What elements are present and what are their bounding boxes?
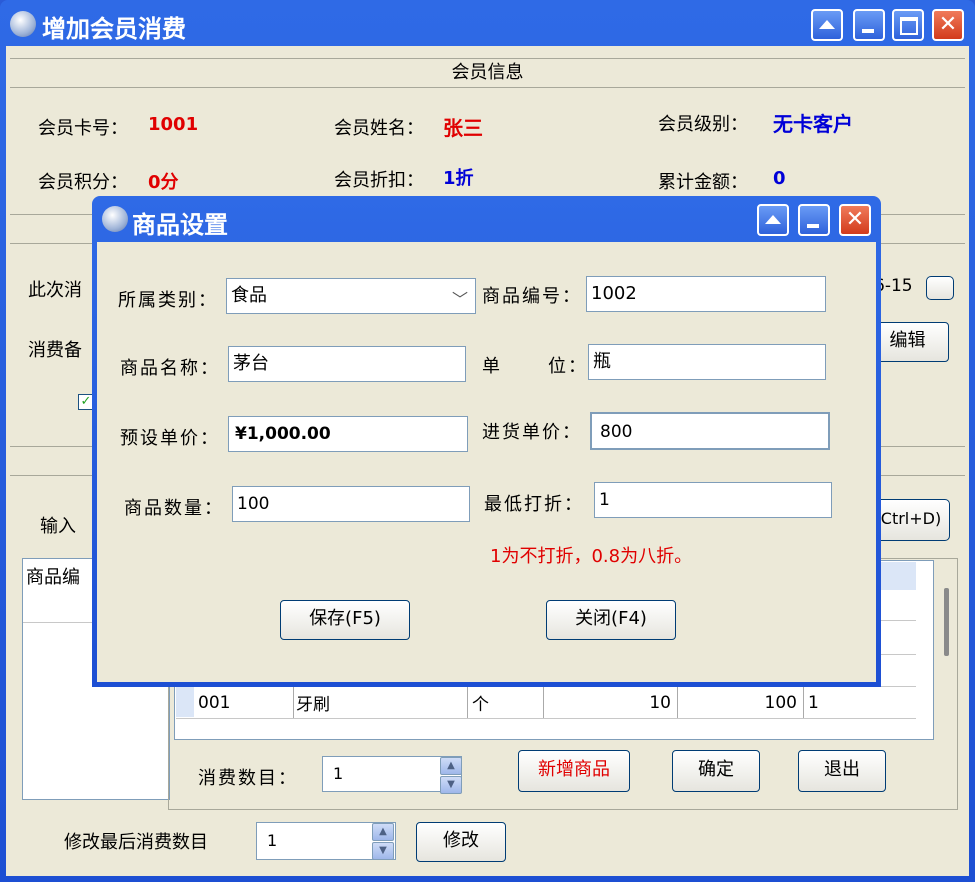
points-value: 0分 xyxy=(148,172,179,193)
member-level-value: 无卡客户 xyxy=(773,112,853,136)
member-info-header: 会员信息 xyxy=(10,58,965,88)
close-dialog-button[interactable]: 关闭(F4) xyxy=(546,600,676,640)
minimize-button[interactable] xyxy=(853,9,885,41)
unit-input[interactable]: 瓶 xyxy=(588,344,826,380)
exit-button[interactable]: 退出 xyxy=(798,750,886,792)
up-arrow-icon xyxy=(765,215,781,224)
dialog-close-button[interactable]: ✕ xyxy=(839,204,871,236)
card-no-label: 会员卡号： xyxy=(38,118,128,139)
total-amount-label: 累计金额： xyxy=(658,172,748,193)
table-row[interactable]: 001 牙刷 个 10 100 1 xyxy=(194,687,916,718)
cell-unit: 个 xyxy=(467,687,544,718)
min-discount-input[interactable]: 1 xyxy=(594,482,832,518)
points-label: 会员积分： xyxy=(38,172,128,193)
cell-discount: 1 xyxy=(808,692,819,713)
purchase-price-label: 进货单价： xyxy=(482,422,582,443)
preset-price-input[interactable]: ¥1,000.00 xyxy=(228,416,468,452)
close-icon: ✕ xyxy=(938,12,958,37)
card-no-value: 1001 xyxy=(148,114,199,135)
member-name-label: 会员姓名： xyxy=(334,118,424,139)
product-name-label: 商品名称： xyxy=(120,358,220,379)
preset-price-label: 预设单价： xyxy=(120,428,220,449)
remark-label: 消费备 xyxy=(28,340,82,361)
dialog-title: 商品设置 xyxy=(132,211,228,239)
left-list-header: 商品编 xyxy=(26,567,80,588)
total-amount-value: 0 xyxy=(773,168,786,189)
category-value: 食品 xyxy=(231,285,267,306)
cell-quantity: 10 xyxy=(543,687,678,718)
dialog-app-icon xyxy=(102,206,128,232)
discount-value: 1折 xyxy=(443,168,474,189)
consume-count-label: 消费数目： xyxy=(198,768,298,789)
discount-label: 会员折扣： xyxy=(334,170,424,191)
spin-up-icon[interactable]: ▲ xyxy=(372,823,394,841)
date-picker-button[interactable] xyxy=(926,276,954,300)
ctrl-d-button[interactable]: Ctrl+D) xyxy=(872,499,950,541)
member-level-label: 会员级别： xyxy=(658,114,748,135)
min-discount-label: 最低打折： xyxy=(484,494,584,515)
quantity-input[interactable]: 100 xyxy=(232,486,470,522)
input-label: 输入 xyxy=(40,516,76,537)
cell-name: 牙刷 xyxy=(293,687,468,718)
spin-down-icon[interactable]: ▼ xyxy=(440,776,462,794)
unit-label-2: 位： xyxy=(548,356,588,377)
consume-label: 此次消 xyxy=(28,280,82,301)
modify-last-spinner[interactable]: ▲ ▼ xyxy=(372,822,394,860)
code-input[interactable]: 1002 xyxy=(586,276,826,312)
minimize-icon xyxy=(807,224,819,228)
member-name-value: 张三 xyxy=(443,116,483,140)
unit-label-1: 单 xyxy=(482,356,500,377)
discount-hint: 1为不打折，0.8为八折。 xyxy=(490,546,693,567)
maximize-icon xyxy=(900,17,918,35)
add-product-button[interactable]: 新增商品 xyxy=(518,750,630,792)
chevron-down-icon[interactable]: ﹀ xyxy=(452,286,468,310)
grid-line xyxy=(176,718,916,719)
dialog-restore-up-button[interactable] xyxy=(757,204,789,236)
purchase-price-input[interactable]: 800 xyxy=(590,412,830,450)
product-name-input[interactable]: 茅台 xyxy=(228,346,466,382)
modify-last-label: 修改最后消费数目 xyxy=(64,832,208,853)
close-icon: ✕ xyxy=(845,207,865,232)
category-label: 所属类别： xyxy=(118,290,218,311)
cell-price: 100 xyxy=(677,687,804,718)
spin-up-icon[interactable]: ▲ xyxy=(440,757,462,775)
code-label: 商品编号： xyxy=(482,286,582,307)
minimize-icon xyxy=(862,29,874,33)
quantity-label: 商品数量： xyxy=(124,498,224,519)
close-button[interactable]: ✕ xyxy=(932,9,964,41)
window-title: 增加会员消费 xyxy=(42,15,186,43)
modify-button[interactable]: 修改 xyxy=(416,822,506,862)
consume-count-spinner[interactable]: ▲ ▼ xyxy=(440,756,462,794)
confirm-button[interactable]: 确定 xyxy=(672,750,760,792)
cell-code: 001 xyxy=(194,687,294,718)
maximize-button[interactable] xyxy=(892,9,924,41)
row-selector[interactable] xyxy=(176,687,194,717)
spin-down-icon[interactable]: ▼ xyxy=(372,842,394,860)
category-select[interactable]: 食品 xyxy=(226,278,476,314)
up-arrow-icon xyxy=(819,20,835,29)
save-button[interactable]: 保存(F5) xyxy=(280,600,410,640)
grid-scrollbar-thumb[interactable] xyxy=(944,588,949,656)
app-icon xyxy=(10,11,36,37)
dialog-minimize-button[interactable] xyxy=(798,204,830,236)
restore-up-button[interactable] xyxy=(811,9,843,41)
